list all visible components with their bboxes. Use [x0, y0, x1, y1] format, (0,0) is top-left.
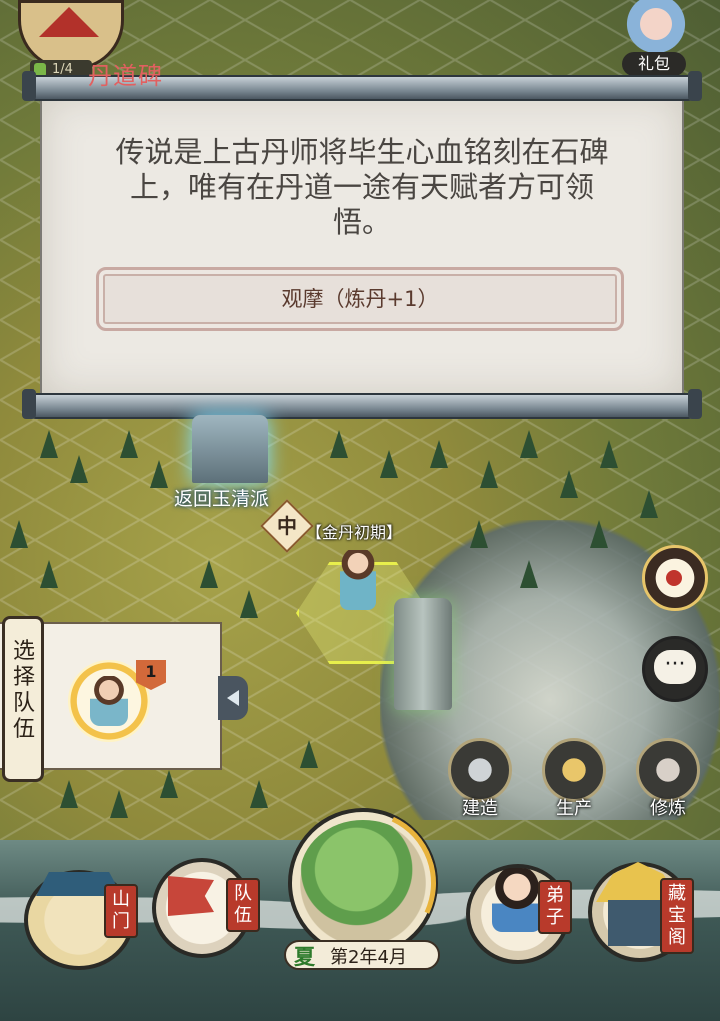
pine-tree: [10, 520, 28, 548]
pine-tree: [520, 560, 538, 588]
cultivate-label: 修炼: [650, 798, 686, 819]
build-label: 建造: [462, 798, 498, 819]
build-button[interactable]: [448, 738, 512, 802]
pine-tree: [110, 790, 128, 818]
observe-button[interactable]: 观摩（炼丹+1）: [96, 267, 624, 331]
nav-treasure-label[interactable]: 藏宝阁: [660, 878, 694, 954]
pine-tree: [300, 740, 318, 768]
nav-disciple-text: 弟子: [546, 885, 564, 928]
nav-team-text: 队伍: [234, 883, 252, 926]
hero-character[interactable]: [340, 550, 376, 610]
disciple-avatar-icon: [492, 868, 542, 932]
pine-tree: [240, 590, 258, 618]
pine-tree: [40, 560, 58, 588]
pine-tree: [40, 430, 58, 458]
pine-tree: [160, 770, 178, 798]
dan-stele-icon[interactable]: [394, 598, 452, 710]
pine-tree: [200, 560, 218, 588]
pine-tree: [70, 455, 88, 483]
gift-button[interactable]: 礼包: [622, 52, 686, 76]
gift-character-icon[interactable]: [618, 0, 694, 60]
observe-button-label: 观摩（炼丹+1）: [281, 287, 439, 311]
portal-label[interactable]: 返回玉清派: [174, 484, 269, 511]
rod-knob: [22, 389, 36, 419]
pine-tree: [150, 460, 168, 488]
portal-gate-icon[interactable]: [192, 415, 268, 483]
dialog-paper: 传说是上古丹师将毕生心血铭刻在石碑上，唯有在丹道一途有天赋者方可领悟。 观摩（炼…: [40, 95, 684, 395]
nav-gate-text: 山门: [112, 889, 130, 932]
dialog-title: 丹道碑: [88, 62, 163, 90]
nav-gate-label[interactable]: 山门: [104, 884, 138, 938]
pine-tree: [640, 490, 658, 518]
rod-knob: [22, 71, 36, 101]
pine-tree: [470, 520, 488, 548]
pine-tree: [380, 450, 398, 478]
dialog-description: 传说是上古丹师将毕生心血铭刻在石碑上，唯有在丹道一途有天赋者方可领悟。: [115, 135, 609, 239]
pavilion-icon: [608, 900, 668, 946]
pine-tree: [250, 780, 268, 808]
select-team-button[interactable]: 选择队伍: [2, 616, 44, 782]
season-name: 夏: [294, 945, 315, 969]
team-number: 1: [145, 662, 157, 681]
collapse-panel-button[interactable]: [218, 676, 248, 720]
game-date: 第2年4月: [330, 947, 407, 968]
nav-team-label[interactable]: 队伍: [226, 878, 260, 932]
pine-tree: [430, 440, 448, 468]
pine-tree: [600, 440, 618, 468]
cultivate-button[interactable]: [636, 738, 700, 802]
rod-knob: [688, 71, 702, 101]
pine-tree: [560, 470, 578, 498]
hero-avatar-icon: [90, 676, 128, 726]
select-team-label: 选择队伍: [13, 639, 36, 742]
rod-knob: [688, 389, 702, 419]
pine-tree: [60, 780, 78, 808]
chat-dots-icon: ···: [664, 652, 686, 677]
pine-tree: [330, 430, 348, 458]
pine-tree: [480, 460, 498, 488]
rank-char: 中: [277, 514, 297, 538]
pine-tree: [520, 430, 538, 458]
produce-button[interactable]: [542, 738, 606, 802]
nav-disciple-label[interactable]: 弟子: [538, 880, 572, 934]
pill-icon: [666, 570, 682, 586]
pine-tree: [120, 430, 138, 458]
rank-text: 【金丹初期】: [306, 523, 403, 542]
pine-tree: [590, 520, 608, 548]
roof-icon: [39, 7, 99, 37]
scroll-rod-bottom: [22, 389, 702, 419]
produce-label: 生产: [556, 798, 592, 819]
nav-treasure-text: 藏宝阁: [668, 883, 686, 948]
